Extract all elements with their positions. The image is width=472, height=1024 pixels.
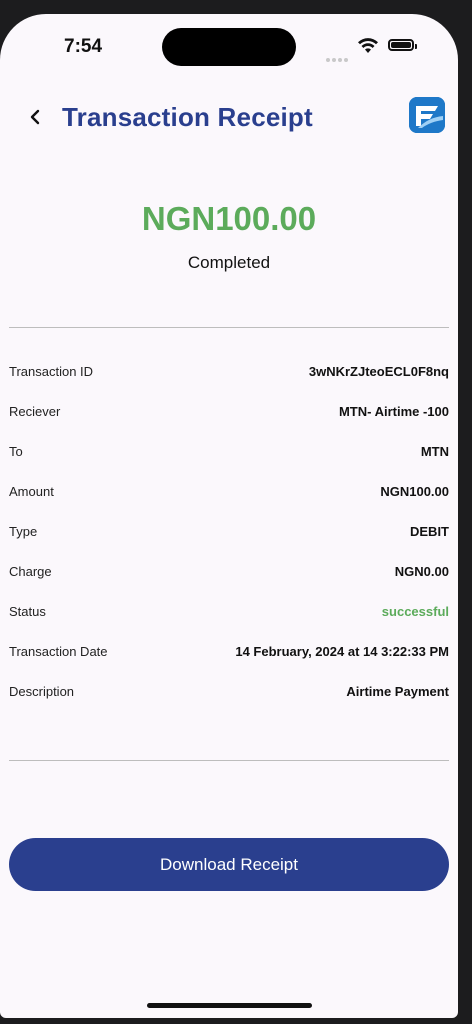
home-indicator[interactable] [147,1003,312,1008]
detail-row-amount: Amount NGN100.00 [9,470,449,510]
detail-value: 14 February, 2024 at 14 3:22:33 PM [235,644,449,659]
status-badge: successful [381,604,449,619]
back-button[interactable] [26,107,46,127]
detail-label: Type [9,524,38,539]
cellular-signal-icon [326,49,350,67]
app-screen: 7:54 Transaction Receipt NGN100.00 Compl… [0,14,458,1018]
detail-value: NGN100.00 [380,484,449,499]
battery-icon [388,39,417,51]
detail-value: MTN- Airtime -100 [338,404,449,419]
download-receipt-button[interactable]: Download Receipt [9,838,449,891]
status-time: 7:54 [64,36,103,57]
detail-row-transaction-date: Transaction Date 14 February, 2024 at 14… [9,630,449,670]
divider-top [9,327,449,328]
detail-value: DEBIT [410,524,449,539]
detail-row-receiver: Reciever MTN- Airtime -100 [9,390,449,430]
detail-label: Reciever [9,404,61,419]
dynamic-island [162,28,296,66]
wifi-icon [358,38,378,53]
detail-label: Transaction Date [9,644,108,659]
detail-value: MTN [420,444,449,459]
detail-value: NGN0.00 [394,564,449,579]
detail-value: Airtime Payment [346,684,449,699]
detail-label: Description [9,684,75,699]
transaction-amount: NGN100.00 [141,200,317,237]
details-list: Transaction ID 3wNKrZJteoECL0F8nq Reciev… [9,350,449,710]
divider-bottom [9,760,449,761]
page-title: Transaction Receipt [62,102,313,132]
detail-label: Status [9,604,46,619]
chevron-left-icon [30,109,40,125]
detail-row-type: Type DEBIT [9,510,449,550]
detail-row-status: Status successful [9,590,449,630]
device-frame: 7:54 Transaction Receipt NGN100.00 Compl… [0,0,472,1024]
transaction-state: Completed [187,253,271,272]
detail-row-transaction-id: Transaction ID 3wNKrZJteoECL0F8nq [9,350,449,390]
app-logo-icon [409,97,445,133]
status-bar: 7:54 [0,14,458,74]
detail-label: Amount [9,484,54,499]
detail-row-description: Description Airtime Payment [9,670,449,710]
detail-row-charge: Charge NGN0.00 [9,550,449,590]
detail-value: 3wNKrZJteoECL0F8nq [308,364,449,379]
detail-label: To [9,444,23,459]
detail-row-to: To MTN [9,430,449,470]
detail-label: Charge [9,564,52,579]
detail-label: Transaction ID [9,364,94,379]
